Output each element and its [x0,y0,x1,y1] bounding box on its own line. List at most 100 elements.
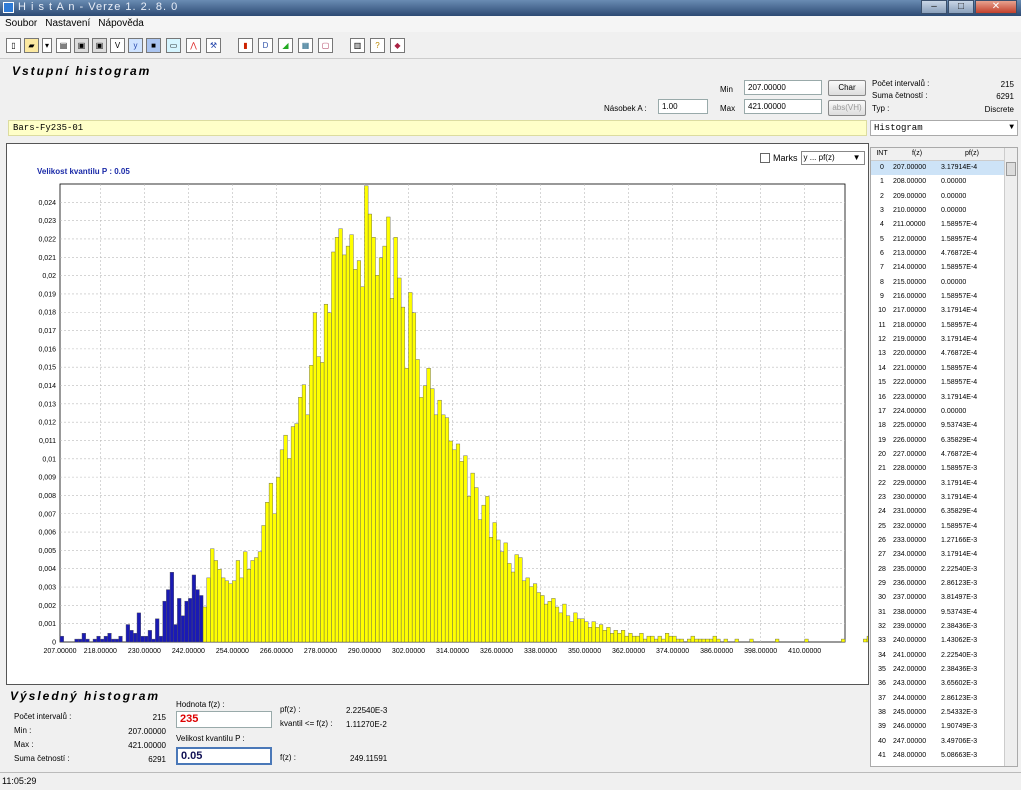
menu-soubor[interactable]: Soubor [5,16,37,32]
table-row[interactable]: 30 237.00000 3.81497E-3 [871,591,1017,605]
table-row[interactable]: 19 226.00000 6.35829E-4 [871,434,1017,448]
table-row[interactable]: 11 218.00000 1.58957E-4 [871,319,1017,333]
rectangle-icon[interactable]: ▭ [166,38,181,53]
table-row[interactable]: 29 236.00000 2.86123E-3 [871,577,1017,591]
table-row[interactable]: 12 219.00000 3.17914E-4 [871,333,1017,347]
table-row[interactable]: 21 228.00000 1.58957E-3 [871,462,1017,476]
table-row[interactable]: 27 234.00000 3.17914E-4 [871,548,1017,562]
line-chart-icon[interactable]: ⋀ [186,38,201,53]
disk-icon[interactable]: ■ [146,38,161,53]
max-field[interactable]: 421.00000 [744,99,822,114]
table-row[interactable]: 18 225.00000 9.53743E-4 [871,419,1017,433]
document-icon[interactable]: ▤ [56,38,71,53]
histogram-bar [448,440,453,643]
table-row[interactable]: 41 248.00000 5.08663E-3 [871,749,1017,763]
table-row[interactable]: 26 233.00000 1.27166E-3 [871,534,1017,548]
v-icon[interactable]: V [110,38,125,53]
menu-napoveda[interactable]: Nápověda [98,16,144,32]
table-row[interactable]: 25 232.00000 1.58957E-4 [871,520,1017,534]
dropdown-arrow-icon[interactable]: ▾ [42,38,52,53]
table-row[interactable]: 40 247.00000 3.49706E-3 [871,735,1017,749]
values-table[interactable]: INT f(z) pf(z) 0 207.00000 3.17914E-4 1 208.… [870,147,1018,767]
marks-checkbox[interactable] [760,153,770,163]
histogram-bar [580,618,585,643]
eraser-icon[interactable]: ◢ [278,38,293,53]
table-row[interactable]: 32 239.00000 2.38436E-3 [871,620,1017,634]
close-button[interactable]: ✕ [975,0,1017,14]
char-button[interactable]: Char [828,80,866,96]
table-cell: 28 [878,565,886,573]
table-row[interactable]: 33 240.00000 1.43062E-3 [871,634,1017,648]
nasobek-label: Násobek A : [604,104,647,113]
dataset-name[interactable]: Bars-Fy235-01 [8,120,867,136]
view-select[interactable]: Histogram ▼ [870,120,1018,136]
table-scrollbar[interactable] [1004,148,1017,766]
table-row[interactable]: 15 222.00000 1.58957E-4 [871,376,1017,390]
save-as-icon[interactable]: ▣ [92,38,107,53]
table-row[interactable]: 31 238.00000 9.53743E-4 [871,606,1017,620]
histogram-bar [701,638,706,643]
table-row[interactable]: 4 211.00000 1.58957E-4 [871,218,1017,232]
table-row[interactable]: 20 227.00000 4.76872E-4 [871,448,1017,462]
table-row[interactable]: 22 229.00000 3.17914E-4 [871,477,1017,491]
abs-button[interactable]: abs(VH) [828,100,866,116]
table-cell: 6 [880,250,884,258]
table-row[interactable]: 3 210.00000 0.00000 [871,204,1017,218]
page-icon[interactable]: ▢ [318,38,333,53]
table-row[interactable]: 10 217.00000 3.17914E-4 [871,304,1017,318]
min-field[interactable]: 207.00000 [744,80,822,95]
histogram-bar [400,306,406,643]
x-tick-label: 207.00000 [43,648,76,655]
table-row[interactable]: 37 244.00000 2.86123E-3 [871,692,1017,706]
save-icon[interactable]: ▣ [74,38,89,53]
marks-label: Marks [773,153,798,163]
table-row[interactable]: 5 212.00000 1.58957E-4 [871,233,1017,247]
table-row[interactable]: 6 213.00000 4.76872E-4 [871,247,1017,261]
hodnota-field[interactable]: 235 [176,711,272,728]
x-tick-label: 350.00000 [568,648,601,655]
histogram-bar [716,638,721,643]
table-row[interactable]: 28 235.00000 2.22540E-3 [871,563,1017,577]
table-row[interactable]: 14 221.00000 1.58957E-4 [871,362,1017,376]
table-row[interactable]: 39 246.00000 1.90749E-3 [871,720,1017,734]
table-row[interactable]: 35 242.00000 2.38436E-3 [871,663,1017,677]
book-icon[interactable]: ▥ [350,38,365,53]
histogram-bar [224,580,229,643]
table-row[interactable]: 7 214.00000 1.58957E-4 [871,261,1017,275]
window-icon[interactable]: ▦ [298,38,313,53]
kvantil-field[interactable]: 0.05 [176,747,272,765]
maximize-button[interactable]: □ [948,0,974,14]
table-row[interactable]: 13 220.00000 4.76872E-4 [871,347,1017,361]
tools-icon[interactable]: ⚒ [206,38,221,53]
minimize-button[interactable]: – [921,0,947,14]
histogram-bar [547,601,552,643]
nasobek-field[interactable]: 1.00 [658,99,708,114]
table-cell: 238.00000 [893,608,927,616]
table-row[interactable]: 16 223.00000 3.17914E-4 [871,391,1017,405]
table-row[interactable]: 17 224.00000 0.00000 [871,405,1017,419]
histogram-bar [320,362,325,643]
axis-select[interactable]: y ... pf(z) ▼ [800,151,865,165]
histogram-bar [250,560,255,643]
help-icon[interactable]: ? [370,38,385,53]
books-icon[interactable]: ◆ [390,38,405,53]
table-row[interactable]: 38 245.00000 2.54332E-3 [871,706,1017,720]
scrollbar-thumb[interactable] [1006,162,1016,176]
table-row[interactable]: 2 209.00000 0.00000 [871,190,1017,204]
table-row[interactable]: 36 243.00000 3.65602E-3 [871,677,1017,691]
histogram-bar [305,414,310,643]
table-row[interactable]: 23 230.00000 3.17914E-4 [871,491,1017,505]
menu-nastaveni[interactable]: Nastavení [45,16,90,32]
open-folder-icon[interactable]: ▰ [24,38,39,53]
table-row[interactable]: 9 216.00000 1.58957E-4 [871,290,1017,304]
new-file-icon[interactable]: ▯ [6,38,21,53]
table-row[interactable]: 0 207.00000 3.17914E-4 [871,161,1017,176]
function-icon[interactable]: y [128,38,143,53]
table-row[interactable]: 34 241.00000 2.22540E-3 [871,649,1017,663]
bars-icon[interactable]: ▮ [238,38,253,53]
table-row[interactable]: 1 208.00000 0.00000 [871,175,1017,189]
table-cell: 227.00000 [893,450,927,458]
dct-icon[interactable]: D [258,38,273,53]
table-row[interactable]: 8 215.00000 0.00000 [871,276,1017,290]
table-row[interactable]: 24 231.00000 6.35829E-4 [871,505,1017,519]
